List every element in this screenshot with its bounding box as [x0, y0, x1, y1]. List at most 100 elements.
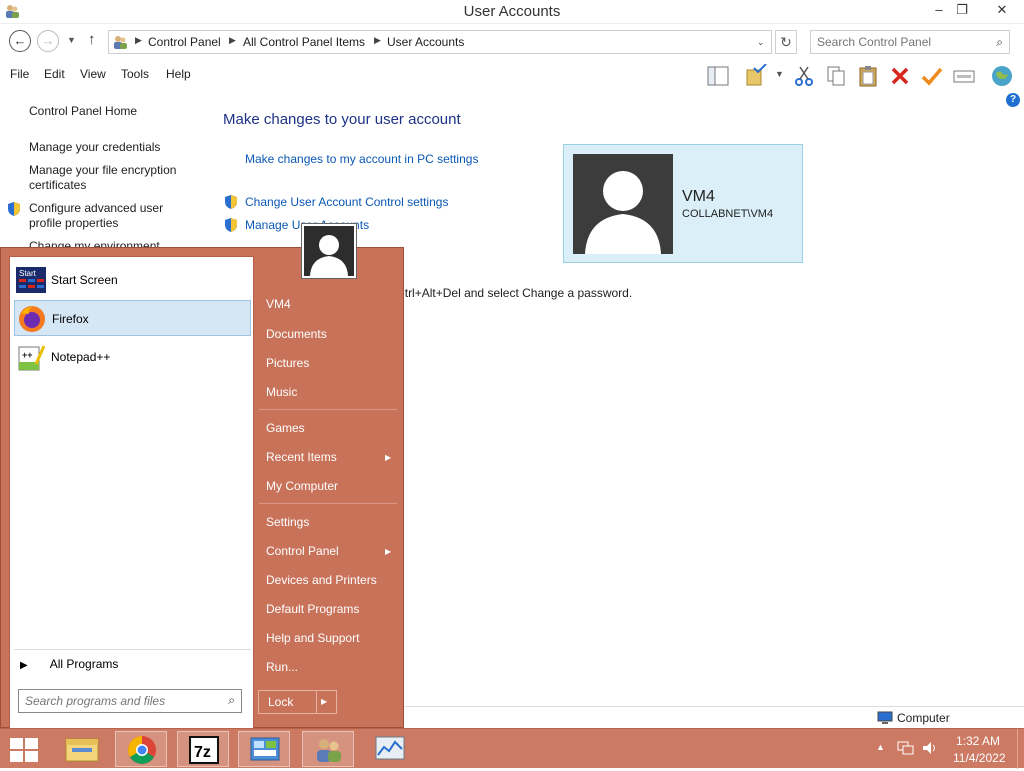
- control-panel-icon: [250, 737, 280, 761]
- start-menu-search-box[interactable]: ⌕: [18, 689, 242, 713]
- layout-pane-icon[interactable]: [706, 64, 730, 88]
- clock-date[interactable]: 11/4/2022: [953, 751, 1006, 765]
- user-avatar: [573, 154, 673, 254]
- recent-items-arrow-icon[interactable]: ▶: [385, 453, 391, 462]
- paste-icon[interactable]: [856, 64, 880, 88]
- start-menu-my-computer[interactable]: My Computer: [266, 479, 338, 493]
- start-menu-search-input[interactable]: [25, 691, 215, 711]
- menu-bar: File Edit View Tools Help ▼ ?: [0, 62, 1024, 107]
- change-environment-link[interactable]: Change my environment: [29, 239, 160, 247]
- start-menu-pictures[interactable]: Pictures: [266, 356, 309, 370]
- search-icon[interactable]: ⌕: [228, 693, 235, 708]
- start-menu-devices-printers[interactable]: Devices and Printers: [266, 573, 377, 587]
- address-field[interactable]: ▶ Control Panel ▶ All Control Panel Item…: [108, 30, 772, 54]
- lock-divider: [316, 691, 317, 713]
- svg-text:7z: 7z: [194, 744, 211, 761]
- user-accounts-icon: [317, 739, 341, 762]
- help-icon[interactable]: ?: [1006, 93, 1020, 107]
- start-menu: Start Start Screen Firefox ++ Notepad++ …: [0, 224, 404, 730]
- start-menu-user-link[interactable]: VM4: [266, 297, 291, 311]
- show-hidden-icons-icon[interactable]: ▲: [876, 742, 885, 752]
- start-menu-control-panel[interactable]: Control Panel: [266, 544, 339, 558]
- taskbar-control-panel[interactable]: [238, 731, 290, 767]
- start-menu-item-notepad-plus-plus[interactable]: ++ Notepad++: [14, 339, 251, 375]
- start-menu-right-divider: [259, 503, 397, 504]
- recent-locations-chevron-icon[interactable]: ▼: [67, 35, 76, 45]
- all-programs-button[interactable]: ▶ All Programs: [20, 657, 118, 671]
- breadcrumb-all-items[interactable]: All Control Panel Items: [243, 35, 365, 49]
- start-menu-default-programs[interactable]: Default Programs: [266, 602, 359, 616]
- folder-options-icon[interactable]: [744, 64, 768, 88]
- start-menu-help-support[interactable]: Help and Support: [266, 631, 359, 645]
- 7zip-icon: 7z: [189, 736, 219, 764]
- volume-icon[interactable]: [921, 740, 939, 756]
- uac-shield-icon: [225, 195, 237, 209]
- clock-time[interactable]: 1:32 AM: [956, 734, 1000, 748]
- menu-file[interactable]: File: [10, 67, 29, 81]
- cut-icon[interactable]: [792, 64, 816, 88]
- address-dropdown-chevron-icon[interactable]: ⌄: [757, 37, 765, 48]
- notepad-plus-plus-icon: ++: [18, 345, 46, 371]
- chrome-icon: [128, 736, 156, 764]
- start-menu-user-picture[interactable]: [302, 224, 356, 278]
- default-user-silhouette-icon: [585, 171, 661, 254]
- start-menu-music[interactable]: Music: [266, 385, 297, 399]
- copy-icon[interactable]: [824, 64, 848, 88]
- network-icon[interactable]: [897, 740, 915, 756]
- maximize-button[interactable]: ❐: [948, 0, 976, 20]
- start-menu-item-start-screen[interactable]: Start Start Screen: [14, 262, 251, 298]
- advanced-profile-link[interactable]: Configure advanced user profile properti…: [29, 201, 179, 231]
- taskbar-7zip[interactable]: 7z: [177, 731, 229, 767]
- menu-view[interactable]: View: [80, 67, 106, 81]
- show-desktop-button[interactable]: [1017, 729, 1024, 769]
- taskbar-user-accounts[interactable]: [302, 731, 354, 767]
- breadcrumb-control-panel[interactable]: Control Panel: [148, 35, 221, 49]
- svg-text:++: ++: [22, 350, 33, 360]
- menu-help[interactable]: Help: [166, 67, 191, 81]
- breadcrumb-separator-icon: ▶: [374, 35, 381, 45]
- refresh-button[interactable]: ↻: [775, 30, 797, 54]
- taskbar-file-explorer[interactable]: [56, 731, 108, 767]
- status-computer-label: Computer: [897, 711, 950, 725]
- start-menu-recent-items[interactable]: Recent Items: [266, 450, 337, 464]
- power-options-arrow-icon[interactable]: ▶: [321, 697, 327, 706]
- back-button[interactable]: ←: [9, 30, 31, 52]
- notepad-plus-plus-label: Notepad++: [51, 350, 111, 364]
- start-menu-documents[interactable]: Documents: [266, 327, 327, 341]
- rename-icon[interactable]: [952, 64, 976, 88]
- user-account-card: VM4 COLLABNET\VM4: [563, 144, 803, 263]
- forward-button[interactable]: →: [37, 30, 59, 52]
- taskbar-resource-monitor[interactable]: [364, 731, 416, 767]
- properties-check-icon[interactable]: [920, 64, 944, 88]
- menu-edit[interactable]: Edit: [44, 67, 65, 81]
- taskbar: 7z ▲ 1:32 AM 11/4/2022: [0, 728, 1024, 769]
- up-arrow-icon[interactable]: ↑: [88, 31, 96, 48]
- close-button[interactable]: ✕: [982, 0, 1022, 20]
- all-programs-arrow-icon: ▶: [20, 660, 28, 671]
- folder-options-chevron-icon[interactable]: ▼: [775, 69, 784, 79]
- lock-label: Lock: [268, 695, 294, 709]
- start-menu-run[interactable]: Run...: [266, 660, 298, 674]
- search-icon[interactable]: ⌕: [996, 35, 1003, 50]
- manage-credentials-link[interactable]: Manage your credentials: [29, 140, 160, 155]
- start-menu-item-firefox[interactable]: Firefox: [14, 300, 251, 336]
- control-panel-arrow-icon[interactable]: ▶: [385, 547, 391, 556]
- search-input[interactable]: [817, 32, 987, 52]
- start-menu-settings[interactable]: Settings: [266, 515, 309, 529]
- breadcrumb-user-accounts[interactable]: User Accounts: [387, 35, 464, 49]
- menu-tools[interactable]: Tools: [121, 67, 149, 81]
- default-user-silhouette-icon: [310, 235, 348, 276]
- uac-settings-link[interactable]: Change User Account Control settings: [245, 195, 448, 209]
- pc-settings-link[interactable]: Make changes to my account in PC setting…: [245, 152, 478, 166]
- control-panel-home-link[interactable]: Control Panel Home: [29, 104, 137, 119]
- start-menu-games[interactable]: Games: [266, 421, 305, 435]
- uac-shield-icon: [8, 202, 20, 216]
- delete-icon[interactable]: [888, 64, 912, 88]
- search-control-panel-box[interactable]: ⌕: [810, 30, 1010, 54]
- internet-globe-icon[interactable]: [990, 64, 1014, 88]
- file-encryption-link[interactable]: Manage your file encryption certificates: [29, 163, 189, 193]
- windows-start-icon[interactable]: [10, 738, 38, 762]
- lock-button[interactable]: Lock ▶: [258, 690, 337, 714]
- taskbar-chrome[interactable]: [115, 731, 167, 767]
- control-panel-location-icon: [114, 36, 127, 49]
